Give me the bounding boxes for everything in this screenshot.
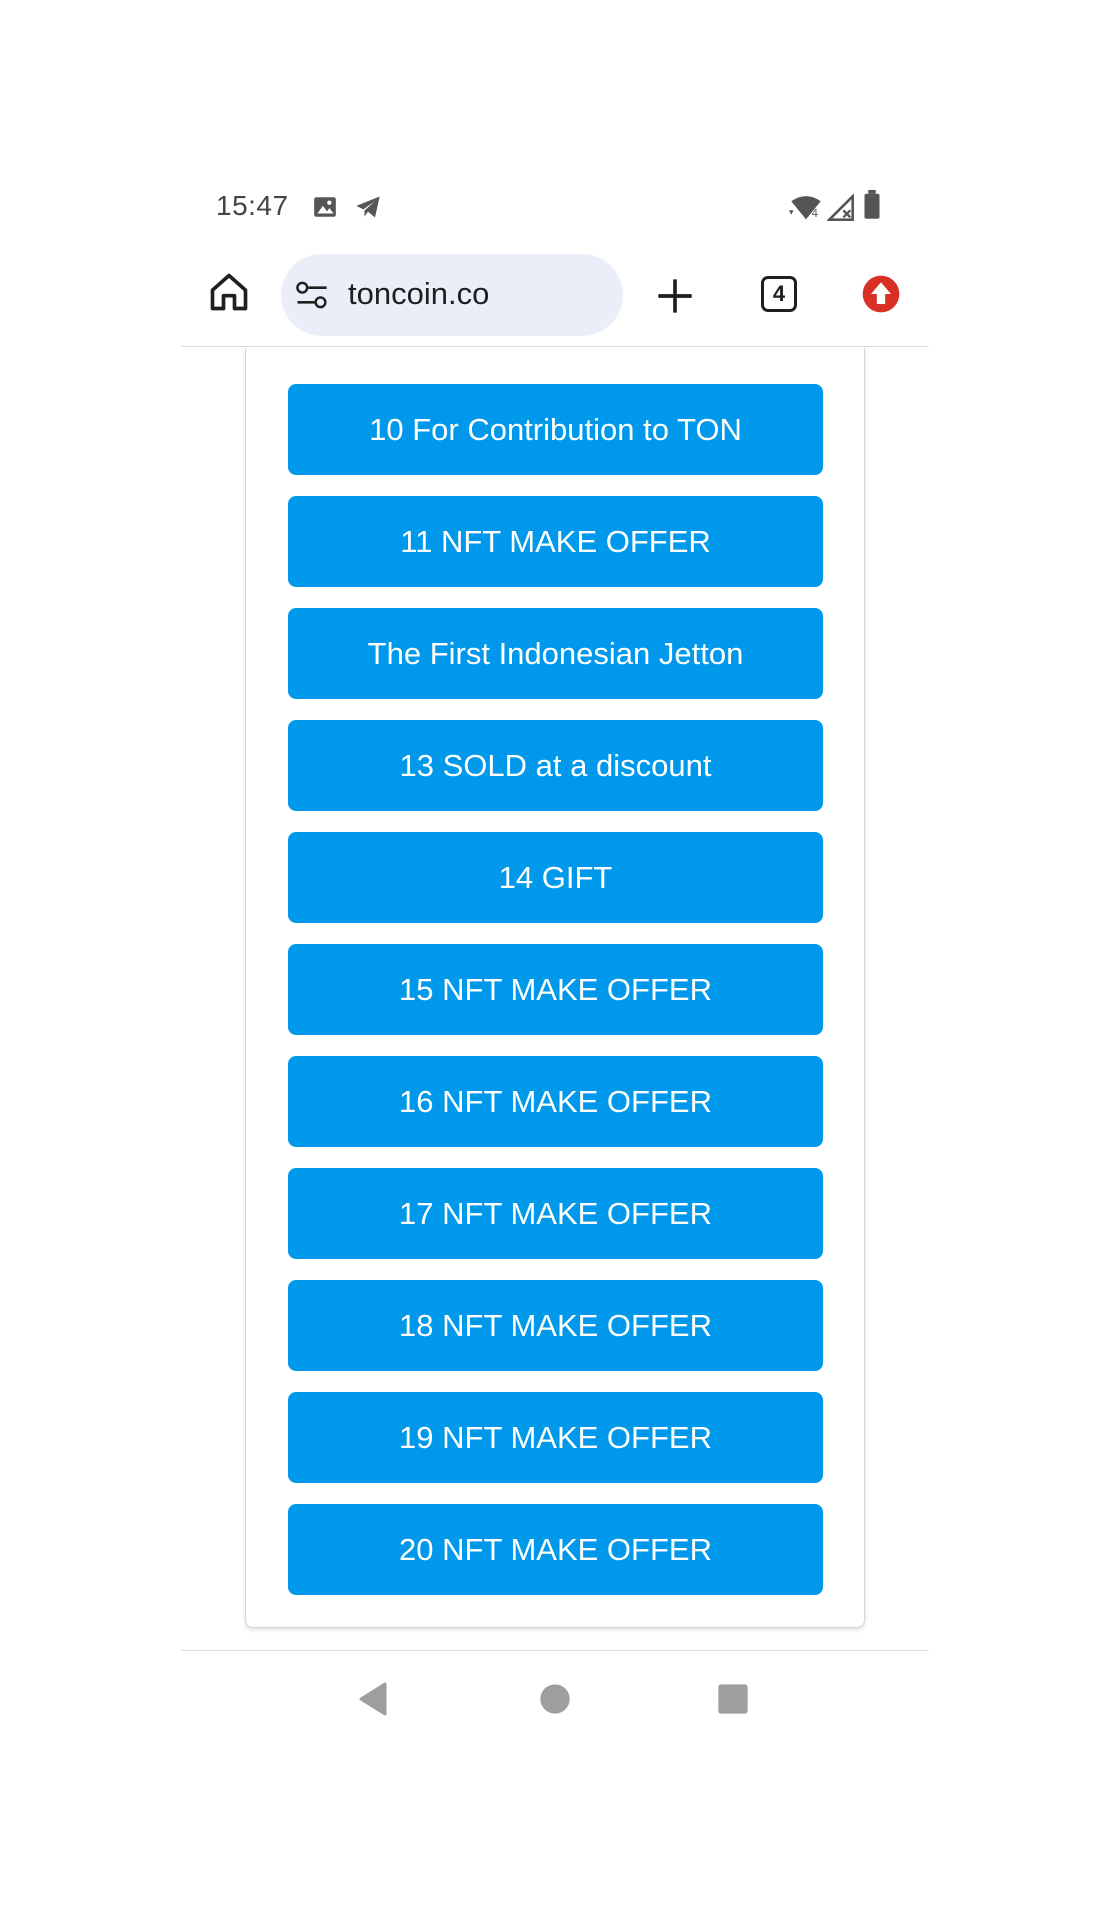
svg-text:4: 4: [812, 209, 818, 220]
status-time: 15:47: [216, 190, 289, 221]
content-card: 10 For Contribution to TON 11 NFT MAKE O…: [245, 348, 865, 1628]
button-18-nft-make-offer[interactable]: 18 NFT MAKE OFFER: [288, 1280, 823, 1371]
button-first-indonesian-jetton[interactable]: The First Indonesian Jetton: [288, 608, 823, 699]
battery-icon: [863, 190, 881, 225]
signal-icon: [826, 193, 855, 227]
status-bar: 15:47 4: [181, 184, 929, 244]
image-icon: [312, 194, 338, 225]
button-11-nft-make-offer[interactable]: 11 NFT MAKE OFFER: [288, 496, 823, 587]
button-list: 10 For Contribution to TON 11 NFT MAKE O…: [288, 384, 823, 1616]
button-20-nft-make-offer[interactable]: 20 NFT MAKE OFFER: [288, 1504, 823, 1595]
button-19-nft-make-offer[interactable]: 19 NFT MAKE OFFER: [288, 1392, 823, 1483]
site-settings-icon[interactable]: [295, 280, 329, 310]
recents-icon[interactable]: [717, 1683, 749, 1720]
home-icon[interactable]: [207, 270, 251, 314]
button-10-contribution[interactable]: 10 For Contribution to TON: [288, 384, 823, 475]
address-bar[interactable]: toncoin.co: [281, 254, 623, 336]
back-icon[interactable]: [357, 1681, 389, 1722]
button-16-nft-make-offer[interactable]: 16 NFT MAKE OFFER: [288, 1056, 823, 1147]
telegram-icon: [353, 193, 383, 226]
url-text[interactable]: toncoin.co: [348, 276, 489, 312]
system-nav-bar: [181, 1650, 929, 1727]
phone-screen: 15:47 4 toncoin.co 4 10 For Contribution…: [181, 166, 929, 1726]
home-circle-icon[interactable]: [539, 1683, 571, 1720]
plus-icon[interactable]: [655, 276, 695, 316]
tabs-icon[interactable]: 4: [761, 276, 797, 312]
wifi-icon: 4: [789, 194, 823, 227]
button-14-gift[interactable]: 14 GIFT: [288, 832, 823, 923]
update-icon[interactable]: [861, 274, 901, 314]
button-17-nft-make-offer[interactable]: 17 NFT MAKE OFFER: [288, 1168, 823, 1259]
browser-toolbar: toncoin.co 4: [181, 246, 929, 347]
button-13-sold-discount[interactable]: 13 SOLD at a discount: [288, 720, 823, 811]
button-15-nft-make-offer[interactable]: 15 NFT MAKE OFFER: [288, 944, 823, 1035]
